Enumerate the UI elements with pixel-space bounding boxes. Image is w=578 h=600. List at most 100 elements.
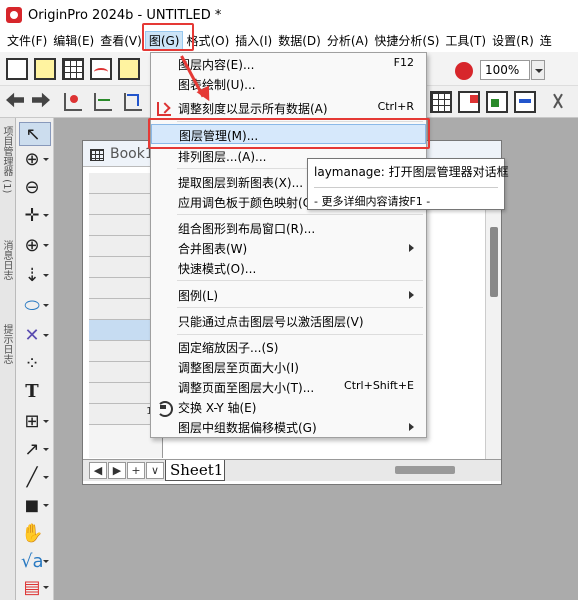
title-bar: OriginPro 2024b - UNTITLED * — [0, 0, 578, 30]
submenu-arrow-icon — [409, 244, 418, 252]
vertical-scrollbar[interactable] — [485, 167, 501, 467]
dock-side-tabs: 项目管理器 (1) 消息日志 提示日志 — [0, 118, 16, 600]
menu-item-rescale-to-show-all[interactable]: 调整刻度以显示所有数据(A) Ctrl+R — [151, 98, 426, 118]
screen-reader-tool[interactable]: ⊕ — [19, 234, 51, 258]
menu-bar: 文件(F) 编辑(E) 查看(V) 图(G) 格式(O) 插入(I) 数据(D)… — [0, 30, 578, 52]
tooltip-separator — [314, 187, 498, 188]
menu-insert[interactable]: 插入(I) — [232, 31, 275, 51]
zoom-in-icon: ⊕ — [24, 149, 40, 170]
dots-icon: ⁘ — [24, 353, 40, 374]
menu-item-legend[interactable]: 图例(L) — [151, 285, 426, 305]
menu-item-group-offset-mode[interactable]: 图层中组数据偏移模式(G) — [151, 417, 426, 437]
zoom-in-tool[interactable]: ⊕ — [19, 148, 51, 172]
pan-tool[interactable]: ✋ — [19, 522, 51, 546]
zoom-combobox[interactable]: 100% — [480, 60, 530, 80]
rectangle-tool[interactable]: ◼ — [19, 494, 51, 518]
menu-tools[interactable]: 工具(T) — [442, 31, 489, 51]
tools-toolbar: ↖ ⊕ ⊖ ✛ ⊕ ⇣ ⬭ ✕ ⁘ T ⊞ ↗ ╱ ◼ ✋ √a ▤ — [16, 118, 54, 600]
command-tooltip: laymanage: 打开图层管理器对话框 - 更多详细内容请按F1 - — [307, 158, 509, 210]
new-project-icon[interactable] — [6, 58, 28, 80]
new-workbook-icon[interactable] — [62, 58, 84, 80]
crosshair-icon: ✛ — [24, 205, 40, 226]
data-selector-icon: ⇣ — [24, 265, 40, 286]
record-icon[interactable] — [455, 62, 473, 80]
grid-icon[interactable] — [430, 91, 452, 113]
rectangle-icon: ◼ — [24, 495, 40, 516]
menu-item-merge-graphs[interactable]: 合并图表(W) — [151, 238, 426, 258]
equation-tool[interactable]: √a — [19, 550, 51, 574]
target-icon: ⊕ — [24, 235, 40, 256]
submenu-arrow-icon — [409, 423, 418, 431]
menu-edit[interactable]: 编辑(E) — [50, 31, 97, 51]
export-data-icon[interactable] — [514, 91, 536, 113]
menu-separator — [177, 280, 423, 281]
add-plot-icon[interactable] — [62, 91, 84, 113]
zoom-out-tool[interactable]: ⊖ — [19, 176, 51, 200]
menu-item-fix-scale-factor[interactable]: 固定缩放因子...(S) — [151, 337, 426, 357]
horizontal-scroll-thumb[interactable] — [395, 466, 455, 474]
sheet-tab[interactable]: Sheet1 — [165, 460, 225, 481]
zoom-out-icon: ⊖ — [24, 177, 40, 198]
menu-analysis[interactable]: 分析(A) — [324, 31, 372, 51]
import-data-icon[interactable] — [486, 91, 508, 113]
menu-item-layer-contents[interactable]: 图层内容(E)... F12 — [151, 54, 426, 74]
menu-file[interactable]: 文件(F) — [4, 31, 50, 51]
menu-view[interactable]: 查看(V) — [97, 31, 145, 51]
scissors-icon[interactable] — [548, 91, 568, 111]
add-line-icon[interactable] — [92, 91, 114, 113]
add-column-icon[interactable] — [458, 91, 480, 113]
line-icon: ╱ — [26, 467, 38, 488]
graph-menu-dropdown: 图层内容(E)... F12 图表绘制(U)... 调整刻度以显示所有数据(A)… — [150, 52, 427, 438]
menu-item-exchange-xy-axes[interactable]: 交换 X-Y 轴(E) — [151, 397, 426, 417]
annotation-tool[interactable]: ⊞ — [19, 410, 51, 434]
annotation-icon: ⊞ — [24, 411, 40, 432]
menu-item-fit-layer-to-page[interactable]: 调整图层至页面大小(I) — [151, 357, 426, 377]
text-icon: T — [25, 381, 39, 402]
graph-object-icon: ▤ — [23, 577, 41, 598]
line-tool[interactable]: ╱ — [19, 466, 51, 490]
side-tab-hint-log[interactable]: 提示日志 — [1, 324, 14, 392]
text-tool[interactable]: T — [19, 380, 51, 404]
rescale-graph-icon[interactable] — [122, 91, 144, 113]
new-matrix-icon[interactable] — [118, 58, 140, 80]
menu-connect[interactable]: 连 — [537, 31, 555, 51]
arrow-icon: ↗ — [24, 439, 40, 460]
scatter-points-tool[interactable]: ⁘ — [19, 352, 51, 376]
scroll-thumb[interactable] — [490, 227, 498, 297]
add-sheet-button[interactable]: + — [127, 462, 145, 479]
menu-data[interactable]: 数据(D) — [275, 31, 324, 51]
menu-item-combine-to-layout[interactable]: 组合图形到布局窗口(R)... — [151, 218, 426, 238]
menu-item-activate-by-layer-icon[interactable]: 只能通过点击图层号以激活图层(V) — [151, 311, 426, 331]
menu-quick-analysis[interactable]: 快捷分析(S) — [371, 31, 442, 51]
sheet-tab-bar: ◀ ▶ + ∨ Sheet1 — [83, 459, 501, 481]
workbook-icon — [90, 149, 104, 161]
data-reader-tool[interactable]: ✛ — [19, 204, 51, 228]
pointer-tool[interactable]: ↖ — [19, 122, 51, 146]
highlight-box-layer-management — [148, 118, 430, 149]
sheet-next-button[interactable]: ▶ — [108, 462, 126, 479]
sheet-list-button[interactable]: ∨ — [146, 462, 164, 479]
arrow-left-icon[interactable] — [6, 92, 24, 108]
menu-separator — [177, 214, 423, 215]
arrow-right-icon[interactable] — [32, 92, 50, 108]
open-project-icon[interactable] — [34, 58, 56, 80]
new-graph-icon[interactable] — [90, 58, 112, 80]
side-tab-message-log[interactable]: 消息日志 — [1, 240, 14, 308]
highlight-box-graph-menu — [142, 23, 194, 51]
zoom-dropdown-button[interactable] — [531, 60, 545, 80]
mask-tool[interactable]: ✕ — [19, 324, 51, 348]
lasso-icon: ⬭ — [24, 295, 40, 316]
hand-icon: ✋ — [21, 523, 44, 544]
pointer-icon: ↖ — [25, 124, 41, 145]
menu-settings[interactable]: 设置(R) — [489, 31, 537, 51]
menu-item-fit-page-to-layers[interactable]: 调整页面至图层大小(T)... Ctrl+Shift+E — [151, 377, 426, 397]
swap-axes-icon — [155, 399, 173, 417]
menu-item-speed-mode[interactable]: 快速模式(O)... — [151, 258, 426, 278]
arrow-tool[interactable]: ↗ — [19, 438, 51, 462]
region-tool[interactable]: ⬭ — [19, 294, 51, 318]
menu-separator — [177, 334, 423, 335]
data-selector-tool[interactable]: ⇣ — [19, 264, 51, 288]
side-tab-project-explorer[interactable]: 项目管理器 (1) — [1, 126, 14, 224]
graph-object-tool[interactable]: ▤ — [19, 576, 51, 600]
sheet-prev-button[interactable]: ◀ — [89, 462, 107, 479]
